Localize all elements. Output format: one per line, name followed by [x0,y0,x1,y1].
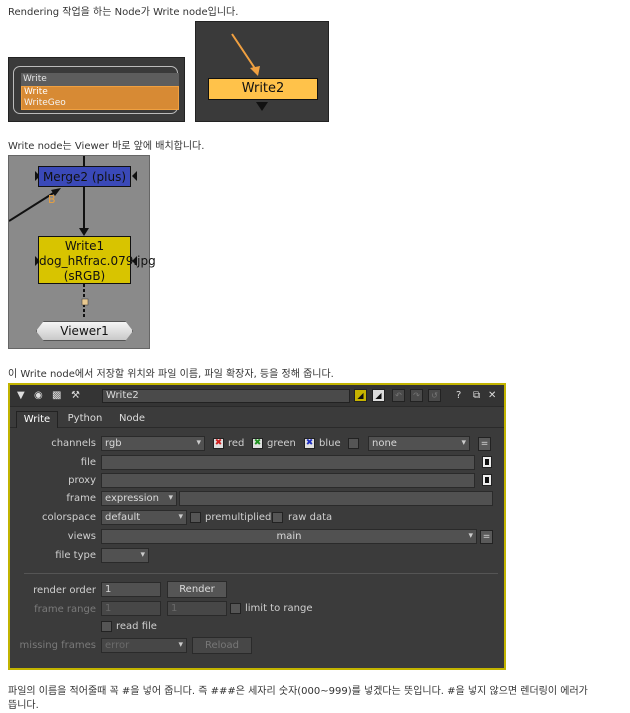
file-path-input[interactable] [101,455,475,470]
undo-icon[interactable]: ↶ [392,389,405,402]
frame-range-start-input[interactable]: 1 [101,601,161,616]
frame-label: frame [66,493,96,504]
frame-range-end-input[interactable]: 1 [167,601,227,616]
section-divider [24,573,498,574]
float-icon[interactable]: ⧉ [473,389,480,402]
read-file-checkbox[interactable] [101,621,112,632]
colorspace-label: colorspace [42,512,96,523]
limit-to-range-label: limit to range [245,603,313,614]
missing-frames-label: missing frames [19,640,96,651]
channels-label: channels [51,438,96,449]
proxy-path-input[interactable] [101,473,475,488]
write1-node-colorspace: (sRGB) [63,269,106,283]
merge2-node[interactable]: Merge2 (plus) [38,166,131,187]
input-arrow-graphic [231,33,268,111]
filename-hint-text: 파일의 이름을 적어줄때 꼭 #을 넣어 줍니다. 즉 ###은 세자리 숫자(… [8,686,588,697]
file-label: file [80,457,96,468]
views-link-button[interactable]: = [480,530,493,544]
frame-expression-input[interactable] [179,491,493,506]
write1-node-file: dog_hRfrac.079.jpg [39,254,156,268]
node-name-field[interactable]: Write2 [102,389,350,403]
alpha-channel-checkbox[interactable] [348,438,359,449]
channels-dropdown[interactable]: rgb [101,436,205,451]
settings-text: 이 Write node에서 저장할 위치와 파일 이름, 파일 확장자, 등을… [8,369,334,380]
raw-data-label: raw data [288,512,333,523]
node-search-input[interactable]: Write [21,73,179,86]
collapse-icon[interactable]: ▼ [17,389,25,402]
file-type-label: file type [55,550,96,561]
panel-titlebar: ▼ ◉ ▩ ⚒ Write2 ◢ ◢ ↶ ↷ ↺ ? ⧉ ✕ [10,385,504,407]
tab-search-screenshot: Write Write WriteGeo [8,57,185,122]
search-result-write[interactable]: Write [22,87,178,98]
raw-data-checkbox[interactable] [272,512,283,523]
panel-tabs: Write Python Node [10,408,504,428]
green-channel-label: green [267,438,296,449]
red-channel-checkbox[interactable]: ✖ [213,438,224,449]
missing-frames-dropdown[interactable]: error [101,638,187,653]
blue-channel-label: blue [319,438,341,449]
channels-link-button[interactable]: = [478,437,491,451]
render-order-label: render order [33,585,96,596]
frame-mode-dropdown[interactable]: expression [101,491,177,506]
render-order-input[interactable]: 1 [101,582,161,597]
intro-text: Rendering 작업을 하는 Node가 Write node입니다. [8,7,239,18]
colorspace-dropdown[interactable]: default [101,510,187,525]
search-results-list: Write WriteGeo [21,86,179,110]
write2-node[interactable]: Write2 [208,78,318,100]
tab-node[interactable]: Node [112,411,152,428]
tab-python[interactable]: Python [62,411,108,428]
premultiplied-checkbox[interactable] [190,512,201,523]
file-type-dropdown[interactable] [101,548,149,563]
write1-node-name: Write1 [64,239,105,253]
red-channel-label: red [228,438,245,449]
premultiplied-label: premultiplied [205,512,272,523]
color-swatch-icon[interactable]: ◢ [354,389,367,402]
viewer1-node[interactable]: Viewer1 [36,321,133,341]
redo-icon[interactable]: ↷ [410,389,423,402]
tile-color-icon[interactable]: ◢ [372,389,385,402]
viewer-icon[interactable]: ◉ [34,389,43,402]
filename-hint-text-cont: 뜹니다. [8,700,39,711]
merge-input-b-label: B [48,193,56,206]
render-button[interactable]: Render [167,581,227,598]
file-browse-icon[interactable] [482,456,492,468]
read-file-label: read file [116,621,157,632]
write2-node-screenshot: Write2 [195,21,329,122]
write2-properties-panel: ▼ ◉ ▩ ⚒ Write2 ◢ ◢ ↶ ↷ ↺ ? ⧉ ✕ Write Pyt… [8,383,506,670]
reload-button[interactable]: Reload [192,637,252,654]
proxy-browse-icon[interactable] [482,474,492,486]
green-channel-checkbox[interactable]: ✖ [252,438,263,449]
placement-text: Write node는 Viewer 바로 앞에 배치합니다. [8,141,205,152]
node-graph-screenshot: Merge2 (plus) B Write1 dog_hRfrac.079.jp… [8,155,156,349]
close-icon[interactable]: ✕ [488,389,496,402]
views-label: views [67,531,96,542]
revert-icon[interactable]: ↺ [428,389,441,402]
write1-node[interactable]: Write1 dog_hRfrac.079.jpg (sRGB) [38,236,156,284]
alpha-channel-dropdown[interactable]: none [368,436,470,451]
frame-range-label: frame range [34,604,96,615]
wrench-icon[interactable]: ⚒ [71,389,80,402]
help-icon[interactable]: ? [456,389,461,402]
tab-write[interactable]: Write [16,411,58,428]
blue-channel-checkbox[interactable]: ✖ [304,438,315,449]
limit-to-range-checkbox[interactable] [230,603,241,614]
views-dropdown[interactable]: main [101,529,477,544]
search-result-writegeo[interactable]: WriteGeo [22,98,178,109]
proxy-label: proxy [68,475,96,486]
node-icon[interactable]: ▩ [52,389,61,402]
